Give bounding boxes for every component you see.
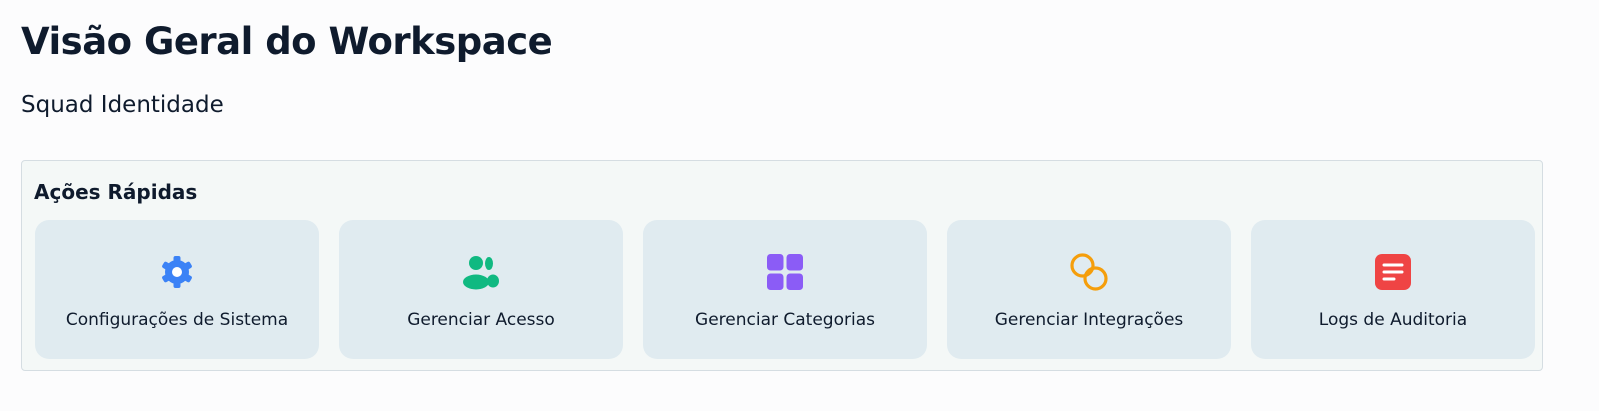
workspace-overview-page: Visão Geral do Workspace Squad Identidad… (0, 0, 1599, 411)
link-icon (1069, 252, 1109, 292)
manage-access-card[interactable]: Gerenciar Acesso (339, 220, 623, 359)
users-icon (461, 252, 501, 292)
document-icon (1373, 252, 1413, 292)
manage-integrations-card[interactable]: Gerenciar Integrações (947, 220, 1231, 359)
squad-name: Squad Identidade (21, 92, 224, 118)
audit-logs-card[interactable]: Logs de Auditoria (1251, 220, 1535, 359)
grid-icon (765, 252, 805, 292)
manage-categories-label: Gerenciar Categorias (695, 310, 875, 330)
page-title: Visão Geral do Workspace (21, 20, 553, 63)
audit-logs-label: Logs de Auditoria (1318, 310, 1468, 330)
system-settings-card[interactable]: Configurações de Sistema (35, 220, 319, 359)
manage-categories-card[interactable]: Gerenciar Categorias (643, 220, 927, 359)
gear-icon (157, 252, 197, 292)
quick-actions-heading: Ações Rápidas (34, 180, 198, 204)
quick-actions-panel: Ações Rápidas Configurações de Sistema G… (21, 160, 1543, 371)
system-settings-label: Configurações de Sistema (65, 310, 289, 330)
manage-integrations-label: Gerenciar Integrações (994, 310, 1184, 330)
quick-actions-list: Configurações de Sistema Gerenciar Acess… (35, 220, 1535, 359)
manage-access-label: Gerenciar Acesso (407, 310, 555, 330)
